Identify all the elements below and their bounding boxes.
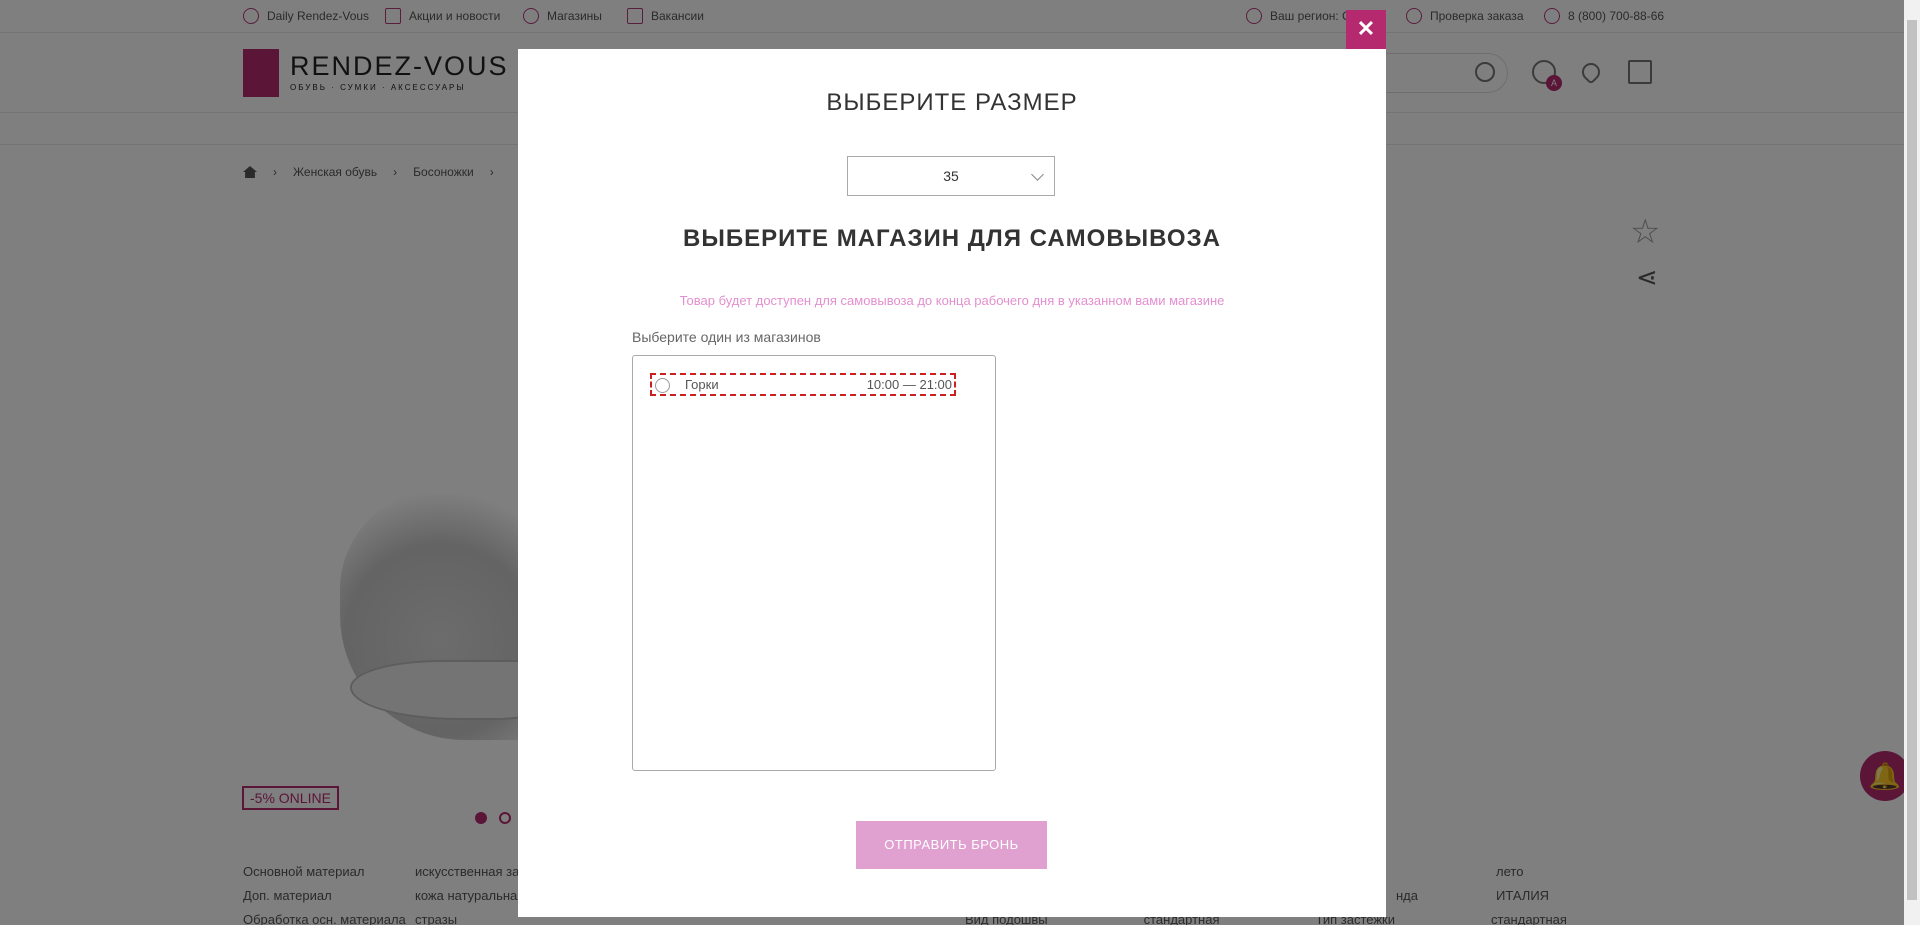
store-title: ВЫБЕРИТЕ МАГАЗИН ДЛЯ САМОВЫВОЗА: [683, 225, 1221, 252]
scrollbar[interactable]: [1904, 0, 1920, 925]
store-hours: 10:00 — 21:00: [866, 377, 952, 392]
store-name: Горки: [685, 377, 719, 392]
store-option-gorki[interactable]: Горки 10:00 — 21:00: [650, 373, 956, 396]
submit-reservation-button[interactable]: ОТПРАВИТЬ БРОНЬ: [856, 821, 1047, 869]
pickup-modal: ВЫБЕРИТЕ РАЗМЕР 35 ВЫБЕРИТЕ МАГАЗИН ДЛЯ …: [518, 49, 1386, 917]
size-title: ВЫБЕРИТЕ РАЗМЕР: [826, 89, 1078, 116]
pickup-notice: Товар будет доступен для самовывоза до к…: [679, 293, 1225, 308]
size-select-value: 35: [943, 168, 959, 184]
size-select[interactable]: 35: [847, 156, 1055, 196]
store-list[interactable]: Горки 10:00 — 21:00: [632, 355, 996, 771]
scrollbar-thumb[interactable]: [1907, 20, 1917, 900]
radio-button[interactable]: [655, 378, 670, 393]
chevron-down-icon: [1031, 168, 1044, 181]
close-icon[interactable]: ✕: [1346, 10, 1386, 49]
store-list-label: Выберите один из магазинов: [632, 329, 821, 345]
